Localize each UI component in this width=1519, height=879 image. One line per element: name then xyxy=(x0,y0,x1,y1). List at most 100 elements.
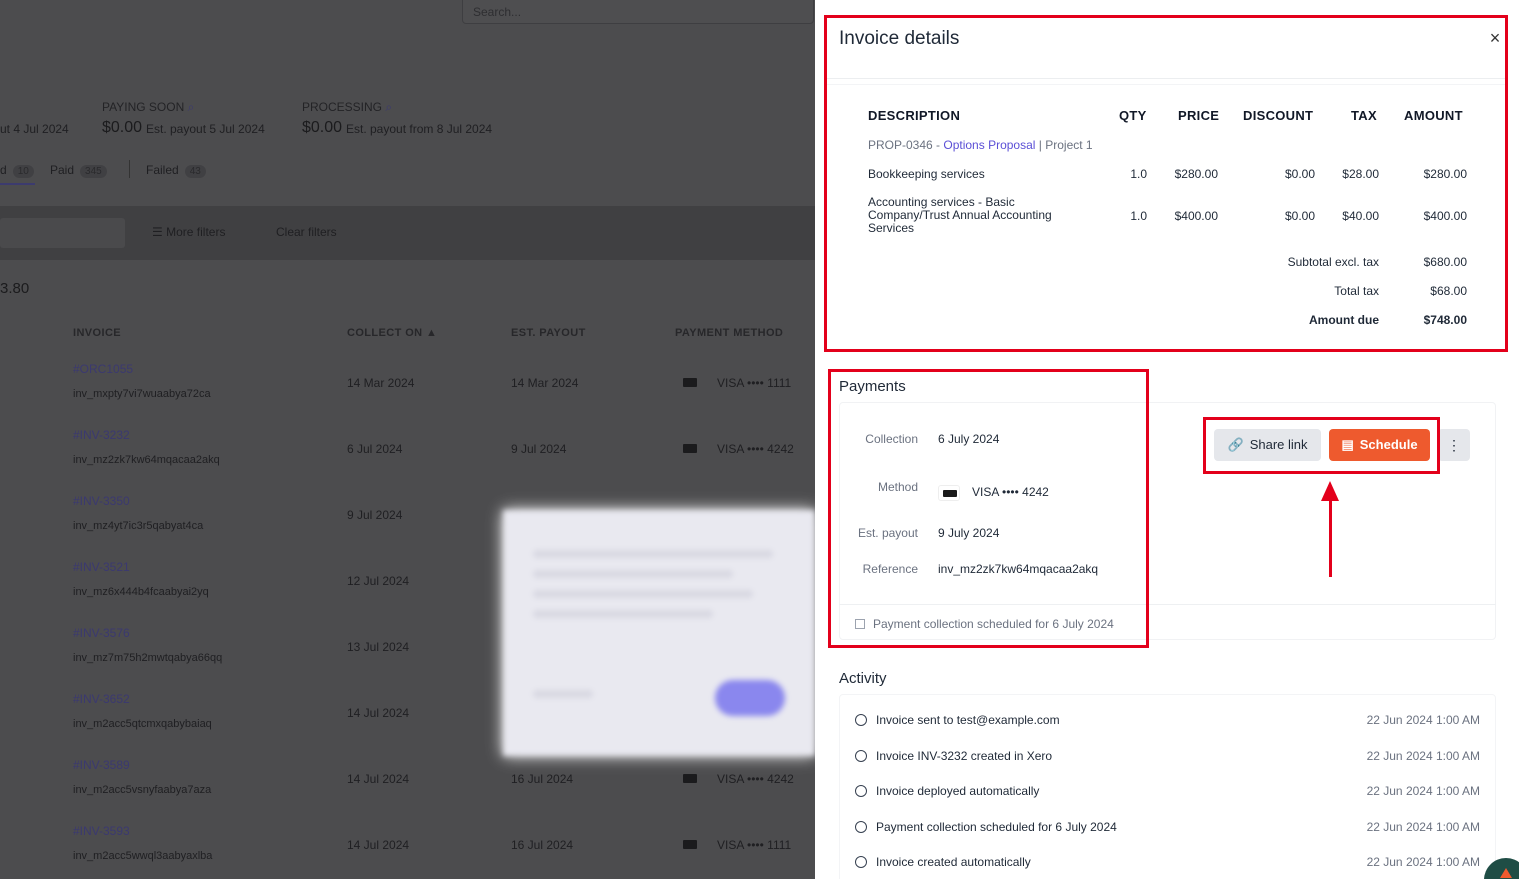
column-payment-method: PAYMENT METHOD xyxy=(675,327,784,339)
panel-title: Invoice details xyxy=(839,28,960,49)
tab-divider xyxy=(129,160,130,178)
activity-time: 22 Jun 2024 1:00 AM xyxy=(1366,748,1480,763)
collect-date: 12 Jul 2024 xyxy=(347,574,410,588)
circle-icon xyxy=(855,820,867,833)
invoice-link[interactable]: #ORC1055 xyxy=(73,362,133,376)
activity-time: 22 Jun 2024 1:00 AM xyxy=(1366,855,1480,869)
tab-scheduled[interactable]: d 10 xyxy=(0,163,34,178)
activity-item: Payment collection scheduled for 6 July … xyxy=(855,820,1117,834)
blurred-popup xyxy=(503,510,815,756)
line-item-tax: $40.00 xyxy=(1342,209,1379,223)
circle-icon xyxy=(855,856,867,868)
line-item-amount: $400.00 xyxy=(1423,209,1467,223)
section-divider xyxy=(827,84,1507,85)
method-value: VISA •••• 4242 xyxy=(938,485,1049,501)
tab-paid[interactable]: Paid 345 xyxy=(50,163,107,178)
annotation-invoice-box xyxy=(824,15,1508,352)
est-payout-label: Est. payout xyxy=(857,526,918,540)
more-filters-button[interactable]: ☰ More filters xyxy=(152,225,225,239)
method-label: Method xyxy=(877,480,918,494)
invoice-ref: inv_mz4yt7ic3r5qabyat4ca xyxy=(73,520,204,532)
activity-item: Invoice sent to test@example.com xyxy=(855,713,1060,727)
summary-amount: $0.00 xyxy=(302,119,343,136)
card-icon xyxy=(683,444,697,453)
total-tax-label: Total tax xyxy=(1334,284,1379,298)
line-item-discount: $0.00 xyxy=(1284,209,1315,223)
proposal-link[interactable]: Options Proposal xyxy=(943,138,1035,152)
clear-filters-button[interactable]: Clear filters xyxy=(276,225,337,239)
activity-text: Payment collection scheduled for 6 July … xyxy=(876,819,1117,834)
column-collect-on[interactable]: COLLECT ON ▲ xyxy=(347,327,437,339)
invoice-link[interactable]: #INV-3593 xyxy=(73,824,130,838)
search-icon[interactable]: ⌕ xyxy=(188,100,195,114)
schedule-note: Payment collection scheduled for 6 July … xyxy=(855,617,1114,631)
header-discount: DISCOUNT xyxy=(1243,108,1314,123)
reference-label: Reference xyxy=(862,562,918,576)
invoice-link[interactable]: #INV-3521 xyxy=(73,560,130,574)
collect-date: 9 Jul 2024 xyxy=(347,508,403,522)
invoice-ref: inv_mz2zk7kw64mqacaa2akq xyxy=(73,454,220,466)
header-divider xyxy=(827,78,1507,79)
line-item-description: Accounting services - Basic Company/Trus… xyxy=(868,195,1052,235)
payment-method: VISA •••• 4242 xyxy=(717,442,794,456)
activity-text: Invoice INV-3232 created in Xero xyxy=(876,748,1053,763)
header-tax: TAX xyxy=(1351,108,1377,123)
filter-bar: ☰ More filters Clear filters xyxy=(0,206,815,260)
calendar-icon xyxy=(855,619,865,629)
summary-label-paying-soon: PAYING SOON ⌕ xyxy=(102,100,195,114)
payment-method: VISA •••• 4242 xyxy=(717,772,794,786)
filter-input[interactable] xyxy=(0,218,125,248)
invoice-ref: inv_m2acc5vsnyfaabya7aza xyxy=(73,784,212,796)
activity-time: 22 Jun 2024 1:00 AM xyxy=(1366,713,1480,727)
project-reference: PROP-0346 - Options Proposal | Project 1 xyxy=(868,138,1093,152)
line-item-qty: 1.0 xyxy=(1130,167,1147,181)
more-options-button[interactable]: ⋮ xyxy=(1438,429,1470,461)
est-payout-value: 9 July 2024 xyxy=(938,526,1000,540)
summary-payout: Est. payout 5 Jul 2024 xyxy=(146,122,265,136)
collect-date: 14 Jul 2024 xyxy=(347,838,410,852)
invoice-link[interactable]: #INV-3232 xyxy=(73,428,130,442)
column-est-payout: EST. PAYOUT xyxy=(511,327,586,339)
invoice-ref: inv_m2acc5wwql3aabyaxlba xyxy=(73,850,213,862)
search-input[interactable]: Search... xyxy=(462,0,814,24)
sort-asc-icon: ▲ xyxy=(425,327,438,339)
activity-text: Invoice deployed automatically xyxy=(876,784,1040,798)
filter-icon: ☰ xyxy=(152,225,163,239)
payout-date: 9 Jul 2024 xyxy=(511,442,567,456)
circle-icon xyxy=(855,749,867,762)
invoice-link[interactable]: #INV-3350 xyxy=(73,494,130,508)
close-icon[interactable]: × xyxy=(1486,28,1504,48)
header-amount: AMOUNT xyxy=(1404,108,1463,123)
invoice-link[interactable]: #INV-3576 xyxy=(73,626,130,640)
payout-date: 16 Jul 2024 xyxy=(511,838,574,852)
reference-value: inv_mz2zk7kw64mqacaa2akq xyxy=(938,562,1099,576)
tab-underline xyxy=(0,183,35,185)
search-icon[interactable]: ⌕ xyxy=(385,100,392,114)
column-invoice: INVOICE xyxy=(73,327,122,339)
background-page: Search... ut 4 Jul 2024 PAYING SOON ⌕ $0… xyxy=(0,0,815,879)
tab-failed[interactable]: Failed 43 xyxy=(146,163,206,178)
summary-payout: ut 4 Jul 2024 xyxy=(0,122,69,136)
share-link-button[interactable]: 🔗 Share link xyxy=(1214,429,1321,461)
invoice-ref: inv_mxpty7vi7wuaabya72ca xyxy=(73,388,211,400)
collect-date: 13 Jul 2024 xyxy=(347,640,410,654)
invoice-ref: inv_mz7m75h2mwtqabya66qq xyxy=(73,652,223,664)
header-description: DESCRIPTION xyxy=(868,108,961,123)
line-item-discount: $0.00 xyxy=(1284,167,1315,181)
card-icon xyxy=(683,378,697,387)
payout-date: 14 Mar 2024 xyxy=(511,376,579,390)
activity-title: Activity xyxy=(839,670,887,687)
activity-item: Invoice deployed automatically xyxy=(855,784,1039,798)
invoice-ref: inv_mz6x444b4fcaabyai2yq xyxy=(73,586,209,598)
collect-date: 14 Jul 2024 xyxy=(347,772,410,786)
schedule-button[interactable]: ▤ Schedule xyxy=(1329,429,1430,461)
invoice-link[interactable]: #INV-3589 xyxy=(73,758,130,772)
visa-card-icon xyxy=(938,485,960,501)
collect-date: 14 Jul 2024 xyxy=(347,706,410,720)
amount-due-label: Amount due xyxy=(1309,313,1379,327)
total-amount: 3.80 xyxy=(0,280,30,297)
line-item-price: $280.00 xyxy=(1174,167,1218,181)
invoice-link[interactable]: #INV-3652 xyxy=(73,692,130,706)
note-divider xyxy=(839,604,1496,605)
line-item-amount: $280.00 xyxy=(1423,167,1467,181)
